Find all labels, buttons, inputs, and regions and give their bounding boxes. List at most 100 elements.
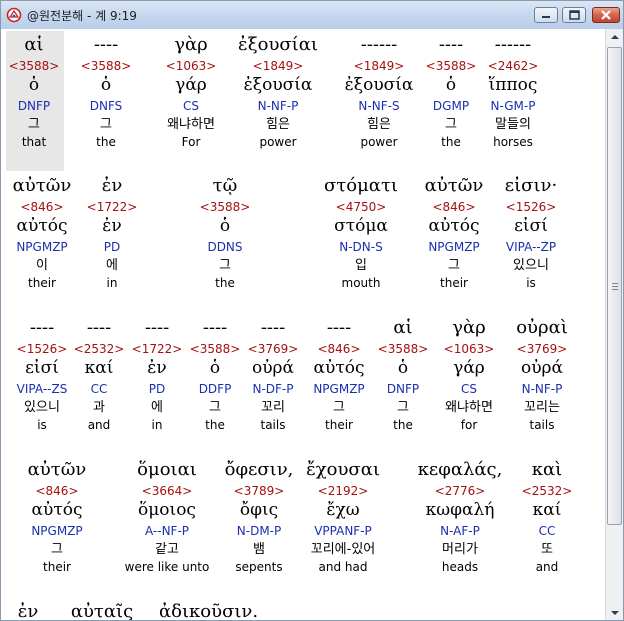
word-strong: <1722>: [86, 200, 138, 214]
word-strong: <1526>: [505, 200, 557, 214]
vertical-scrollbar[interactable]: [605, 29, 623, 620]
word-parse: PD: [103, 240, 121, 254]
word-greek: ὄφεσιν,: [224, 459, 294, 480]
word-korean: 머리가: [442, 542, 478, 557]
word-greek: καὶ: [531, 459, 563, 480]
word-english: heads: [441, 560, 479, 574]
close-icon: [601, 10, 611, 20]
word-strong: <3588>: [199, 200, 251, 214]
word-parse: NPGMZP: [31, 524, 83, 538]
word-strong: <2462>: [487, 59, 539, 73]
word-greek: στόματι: [324, 175, 398, 196]
word-lemma: ὄφις: [239, 500, 279, 520]
word-lemma: ἐν: [102, 216, 122, 236]
word-greek: αὐταῖς: [70, 601, 134, 621]
word-strong: <3664>: [141, 484, 193, 498]
word-parse: A--NF-P: [144, 524, 190, 538]
word-korean: 있으니: [513, 258, 549, 273]
word-english: is: [526, 276, 536, 290]
word-lemma: ὁ: [100, 75, 112, 95]
word-parse: VPPANF-P: [314, 524, 372, 538]
word-korean: 에: [106, 258, 118, 273]
title-bar[interactable]: @원전분해 - 계 9:19: [1, 1, 623, 30]
word-parse: N-DN-S: [339, 240, 383, 254]
word-greek: ὅμοιαι: [137, 459, 197, 480]
word-english: their: [43, 560, 71, 574]
app-window: @원전분해 - 계 9:19 αἱ <3588> ὁ DNFP 그 that ---- <35…: [0, 0, 624, 621]
word-greek: ἀδικοῦσιν.: [159, 601, 259, 621]
word-parse: CS: [183, 99, 199, 113]
word-parse: N-AF-P: [440, 524, 480, 538]
app-logo-icon: [6, 7, 22, 23]
word-lemma: ἵππος: [488, 75, 538, 95]
word-strong: <2532>: [521, 484, 573, 498]
word-korean: 뱀: [253, 542, 265, 557]
word-lemma: στόμα: [334, 216, 388, 236]
word-english: power: [259, 135, 297, 149]
word-lemma: καί: [532, 500, 562, 520]
word-strong: <3769>: [516, 342, 568, 356]
scroll-down-icon: [611, 611, 619, 615]
window-title: @원전분해 - 계 9:19: [27, 9, 137, 23]
word-korean: 같고: [155, 542, 179, 557]
minimize-button[interactable]: [534, 7, 558, 23]
word-strong: <1063>: [165, 59, 217, 73]
word-korean: 왜냐하면: [167, 117, 215, 132]
scroll-up-button[interactable]: [606, 29, 623, 46]
word-english: and had: [318, 560, 368, 574]
word-korean: 말들의: [495, 117, 531, 132]
word-english: For: [181, 135, 201, 149]
word-strong: <4750>: [335, 200, 387, 214]
word-greek: ἐξουσίαι: [238, 34, 318, 55]
word-korean: 또: [541, 542, 553, 557]
word-parse: DNFS: [89, 99, 123, 113]
word-parse: N-GM-P: [490, 99, 536, 113]
word-korean: 입: [355, 258, 367, 273]
word-parse: VIPA--ZP: [505, 240, 557, 254]
word-lemma: αὐτός: [31, 500, 83, 520]
word-greek: γὰρ: [174, 34, 208, 55]
word-greek: οὐραὶ: [516, 317, 568, 338]
word-strong: <3588>: [80, 59, 132, 73]
word-greek: ἔχουσαι: [306, 459, 380, 480]
word-english: mouth: [341, 276, 381, 290]
interlinear-content: αἱ <3588> ὁ DNFP 그 that ---- <3588> ὁ DNFS 그 the γὰρ…: [1, 29, 605, 621]
word-english: sepents: [235, 560, 283, 574]
maximize-icon: [569, 10, 580, 20]
word-korean: 꼬리는: [524, 400, 560, 415]
word-english: horses: [493, 135, 533, 149]
scroll-up-icon: [611, 35, 619, 39]
minimize-icon: [542, 16, 550, 18]
word-english: tails: [529, 418, 555, 432]
word-lemma: οὐρά: [520, 358, 564, 378]
word-strong: <2192>: [317, 484, 369, 498]
close-button[interactable]: [592, 7, 620, 23]
word-strong: <846>: [35, 484, 79, 498]
word-english: were like unto: [124, 560, 210, 574]
word-lemma: εἰσί: [514, 216, 548, 236]
word-english: in: [106, 276, 118, 290]
word-lemma: ὅμοιος: [138, 500, 196, 520]
grip-icon: [612, 283, 618, 290]
maximize-button[interactable]: [562, 7, 586, 23]
word-parse: N-NF-P: [521, 382, 563, 396]
word-lemma: κωφαλή: [425, 500, 495, 520]
word-english: the: [215, 276, 235, 290]
word-korean: 그: [51, 542, 63, 557]
word-greek: τῷ: [212, 175, 238, 196]
word-korean: 그: [219, 258, 231, 273]
word-lemma: ἔχω: [326, 500, 360, 520]
scroll-down-button[interactable]: [606, 604, 623, 620]
word-greek: ------: [494, 34, 532, 55]
word-lemma: ὁ: [219, 216, 231, 236]
word-lemma: ἐξουσία: [243, 75, 313, 95]
word-parse: N-NF-P: [257, 99, 299, 113]
word-korean: 꼬리에-있어: [310, 542, 376, 557]
word-parse: CC: [538, 524, 556, 538]
word-greek: κεφαλάς,: [417, 459, 503, 480]
scroll-thumb[interactable]: [607, 47, 622, 525]
word-korean: 힘은: [266, 117, 290, 132]
word-korean: 그: [100, 117, 112, 132]
word-greek: αὐτῶν: [27, 459, 87, 480]
word-greek: ----: [93, 34, 119, 55]
